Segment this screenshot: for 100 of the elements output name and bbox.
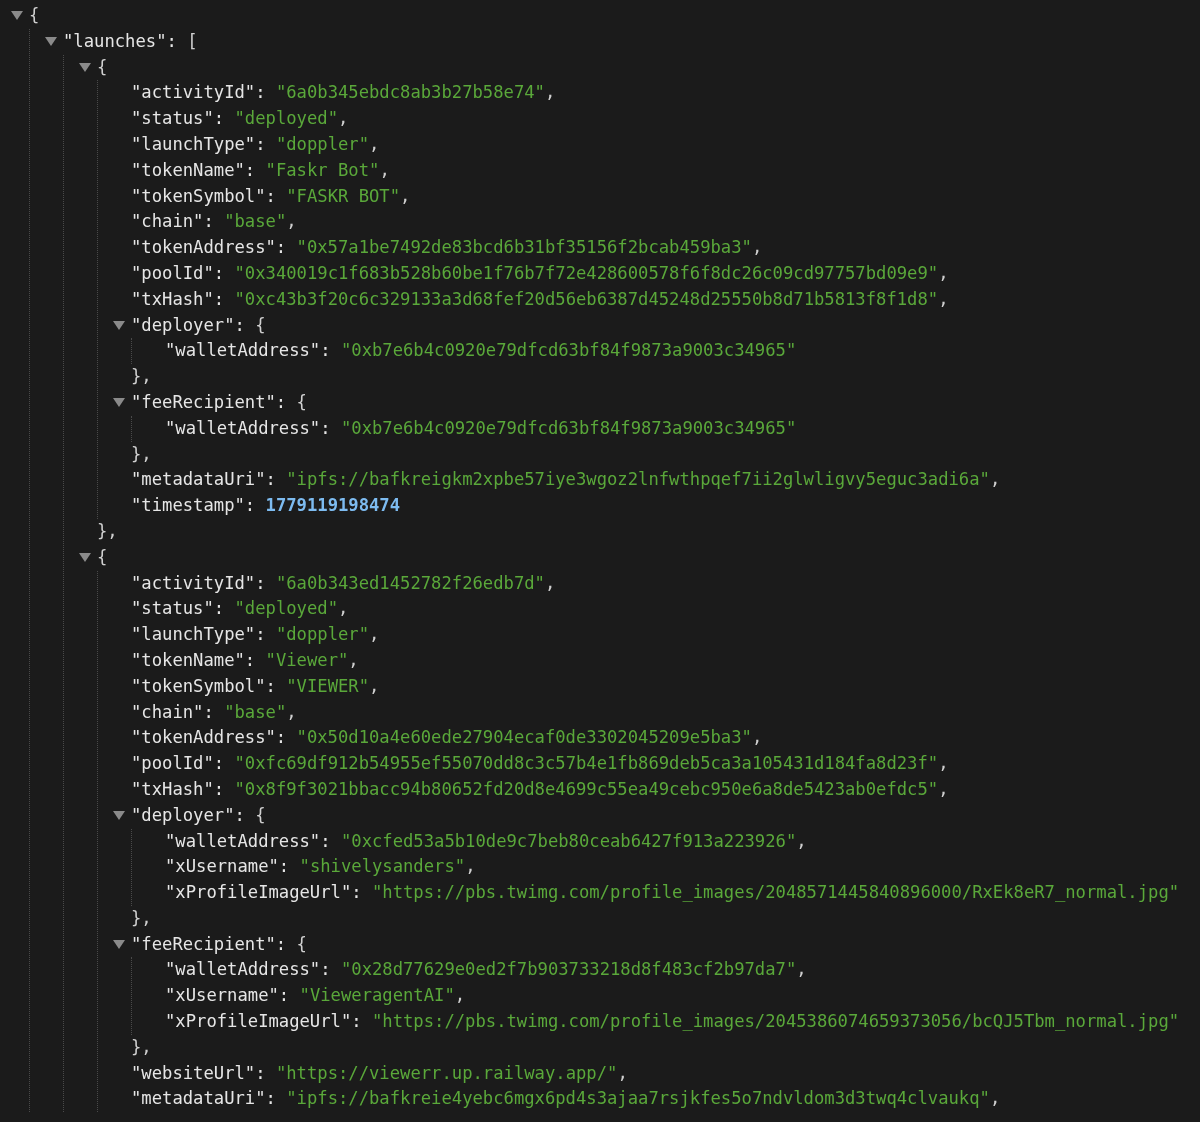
json-key: "xProfileImageUrl":	[165, 1011, 362, 1032]
json-punctuation: ,	[369, 624, 380, 645]
json-string-value: "base"	[224, 211, 287, 232]
json-key: "tokenAddress":	[131, 237, 287, 258]
json-string-value: "VieweragentAI"	[299, 985, 455, 1006]
json-punctuation: ,	[379, 159, 390, 180]
json-punctuation: ,	[544, 572, 556, 593]
json-punctuation: ,	[286, 701, 297, 722]
json-key: "xProfileImageUrl":	[165, 882, 362, 903]
json-key: "deployer":	[131, 314, 245, 335]
json-key: "launchType":	[131, 134, 266, 154]
json-bracket: },	[97, 520, 118, 541]
json-bracket: [	[187, 30, 198, 51]
json-punctuation: ,	[617, 1062, 628, 1083]
json-key: "activityId":	[131, 572, 266, 593]
json-string-value: "0x340019c1f683b528b60be1f76b7f72e428600578f6f8dc26c09cd97757bd09e9"	[234, 262, 939, 283]
json-key: "walletAddress":	[165, 959, 331, 980]
json-punctuation: ,	[751, 727, 763, 748]
json-key: "chain":	[131, 211, 214, 232]
caret-icon[interactable]	[113, 940, 125, 950]
json-bracket: {	[255, 314, 266, 335]
json-string-value: "6a0b345ebdc8ab3b27b58e74"	[275, 82, 545, 103]
json-key: "launchType":	[131, 624, 266, 645]
json-punctuation: ,	[369, 134, 380, 154]
json-string-value: "doppler"	[275, 624, 370, 645]
json-punctuation: ,	[796, 959, 807, 980]
json-string-value: "0x57a1be7492de83bcd6b31bf35156f2bcab459ba3"	[296, 237, 752, 258]
json-string-value: "ipfs://bafkreie4yebc6mgx6pd4s3ajaa7rsjkfes5o7ndvldom3d3twq4clvaukq"	[286, 1088, 990, 1109]
json-key: "poolId":	[131, 753, 225, 774]
json-punctuation: ,	[348, 649, 359, 670]
json-string-value: "0x8f9f3021bbacc94b80652fd20d8e4699c55ea49cebc950e6a8de5423ab0efdc5"	[234, 778, 939, 799]
json-string-value: "https://viewerr.up.railway.app/"	[275, 1062, 618, 1083]
json-key: "walletAddress":	[165, 340, 331, 361]
caret-icon[interactable]	[79, 553, 91, 563]
json-key: "txHash":	[131, 778, 225, 799]
json-punctuation: ,	[338, 108, 349, 129]
caret-icon[interactable]	[11, 11, 23, 21]
json-string-value: "ipfs://bafkreigkm2xpbe57iye3wgoz2lnfwthpqef7ii2glwligvy5eguc3adi6a"	[286, 469, 990, 490]
json-key: "metadataUri":	[131, 1088, 276, 1109]
json-string-value: "base"	[224, 701, 287, 722]
json-bracket: {	[97, 546, 108, 567]
json-string-value: "6a0b343ed1452782f26edb7d"	[275, 572, 545, 593]
json-string-value: "https://pbs.twimg.com/profile_images/2045386074659373056/bcQJ5Tbm_normal.jpg"	[371, 1011, 1180, 1032]
json-punctuation: ,	[400, 185, 411, 206]
json-key: "tokenName":	[131, 649, 256, 670]
caret-icon[interactable]	[113, 398, 125, 408]
json-punctuation: ,	[796, 830, 807, 851]
json-string-value: "deployed"	[234, 108, 338, 129]
json-punctuation: ,	[751, 237, 763, 258]
json-punctuation: ,	[938, 778, 949, 799]
json-punctuation: ,	[369, 675, 380, 696]
json-string-value: "0xc43b3f20c6c329133a3d68fef20d56eb6387d45248d25550b8d71b5813f8f1d8"	[234, 288, 939, 309]
json-punctuation: ,	[286, 211, 297, 232]
json-bracket: },	[131, 443, 152, 464]
json-punctuation: ,	[338, 598, 349, 619]
json-key: "activityId":	[131, 82, 266, 103]
json-key: "websiteUrl":	[131, 1062, 266, 1083]
json-bracket: },	[131, 907, 152, 928]
json-key: "xUsername":	[165, 985, 290, 1006]
json-bracket: {	[29, 5, 40, 25]
json-key: "status":	[131, 108, 225, 129]
json-bracket: {	[296, 933, 307, 954]
caret-icon[interactable]	[79, 63, 91, 72]
json-string-value: "Faskr Bot"	[265, 159, 380, 180]
json-punctuation: ,	[544, 82, 556, 103]
json-punctuation: ,	[989, 1088, 1001, 1109]
caret-icon[interactable]	[113, 811, 125, 821]
json-key: "launches":	[63, 30, 177, 51]
json-key: "txHash":	[131, 288, 225, 309]
json-punctuation: ,	[938, 753, 949, 774]
json-string-value: "Viewer"	[265, 649, 349, 670]
json-string-value: "FASKR BOT"	[286, 185, 401, 206]
json-key: "poolId":	[131, 262, 225, 283]
json-key: "tokenAddress":	[131, 727, 287, 748]
caret-icon[interactable]	[113, 320, 125, 330]
json-key: "tokenSymbol":	[131, 185, 276, 206]
json-bracket: {	[255, 804, 266, 825]
json-string-value: "https://pbs.twimg.com/profile_images/2048571445840896000/RxEk8eR7_normal.jpg"	[371, 882, 1180, 903]
json-string-value: "doppler"	[275, 134, 370, 154]
json-punctuation: ,	[989, 469, 1001, 490]
json-punctuation: ,	[465, 856, 476, 877]
json-key: "chain":	[131, 701, 214, 722]
json-key: "walletAddress":	[165, 417, 331, 438]
json-bracket: },	[131, 366, 152, 387]
json-string-value: "0xfc69df912b54955ef55070dd8c3c57b4e1fb869deb5ca3a105431d184fa8d23f"	[234, 753, 939, 774]
json-string-value: "0xb7e6b4c0920e79dfcd63bf84f9873a9003c34965"	[340, 417, 797, 438]
json-key: "feeRecipient":	[131, 933, 287, 954]
caret-icon[interactable]	[45, 37, 57, 47]
json-bracket: {	[296, 391, 307, 412]
json-punctuation: ,	[454, 985, 466, 1006]
json-key: "xUsername":	[165, 856, 290, 877]
json-punctuation: ,	[938, 262, 949, 283]
json-bracket: },	[131, 1036, 152, 1057]
json-string-value: "deployed"	[234, 598, 338, 619]
json-key: "tokenSymbol":	[131, 675, 276, 696]
json-bracket: {	[97, 56, 108, 77]
json-string-value: "0x50d10a4e60ede27904ecaf0de3302045209e5ba3"	[296, 727, 752, 748]
json-number-value: 1779119198474	[265, 495, 401, 516]
json-string-value: "0xb7e6b4c0920e79dfcd63bf84f9873a9003c34965"	[340, 340, 797, 361]
json-string-value: "0x28d77629e0ed2f7b903733218d8f483cf2b97da7"	[340, 959, 797, 980]
